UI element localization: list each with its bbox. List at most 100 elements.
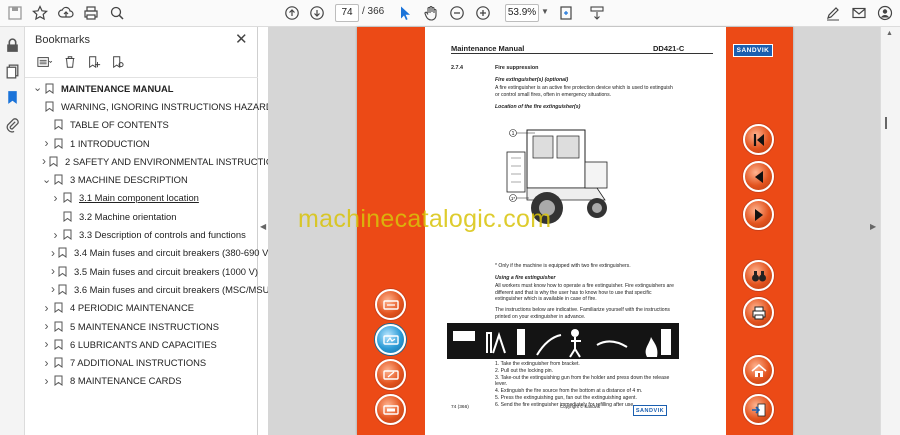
options-menu-icon[interactable] [35, 55, 53, 74]
star-icon[interactable] [31, 4, 49, 22]
bookmark-icon [54, 321, 63, 332]
select-cursor-icon[interactable] [396, 4, 414, 22]
zoom-out-icon[interactable] [448, 4, 466, 22]
chevron-right-icon[interactable]: › [42, 136, 51, 150]
collapse-panel-icon[interactable]: ◀ [260, 222, 266, 231]
chevron-right-icon[interactable]: › [42, 319, 51, 333]
bookmark-label: 3.1 Main component location [79, 192, 199, 204]
page-number-input[interactable]: 74 [335, 4, 359, 22]
hand-tool-icon[interactable] [422, 4, 440, 22]
account-icon[interactable] [876, 4, 894, 22]
watermark-text: machinecatalogic.com [298, 205, 552, 233]
bookmark-icon [54, 138, 63, 149]
fit-page-icon[interactable] [557, 4, 575, 22]
chevron-down-icon[interactable]: ⌄ [42, 174, 51, 185]
bookmark-item[interactable]: ⌄ 3 MACHINE DESCRIPTION [25, 170, 258, 188]
bookmark-item[interactable]: › 1 INTRODUCTION [25, 134, 258, 152]
bookmark-item[interactable]: › 8 MAINTENANCE CARDS [25, 372, 258, 390]
bookmark-item[interactable]: › 3.4 Main fuses and circuit breakers (38… [25, 244, 272, 262]
bookmark-item[interactable]: › 3.5 Main fuses and circuit breakers (10… [25, 262, 258, 280]
edit-page-button[interactable] [375, 359, 406, 390]
first-page-icon [753, 133, 764, 146]
page-down-icon[interactable] [308, 4, 326, 22]
bookmark-item[interactable]: › 3.3 Description of controls and functio… [25, 225, 258, 243]
edit-page-alt-button[interactable] [375, 394, 406, 425]
extinguisher-steps-illustration [447, 323, 679, 359]
close-icon[interactable]: ✕ [235, 30, 248, 48]
new-bookmark-icon[interactable] [87, 55, 101, 74]
bookmark-item[interactable]: › 7 ADDITIONAL INSTRUCTIONS [25, 353, 258, 371]
page-total: / 366 [362, 6, 385, 17]
bookmark-icon [54, 119, 63, 131]
bookmark-icon [45, 83, 54, 94]
print-icon[interactable] [82, 4, 100, 22]
next-page-button[interactable] [743, 199, 774, 230]
chevron-right-icon[interactable]: › [51, 228, 60, 242]
bookmark-panel-icon[interactable] [4, 89, 21, 106]
bookmark-item[interactable]: › 3.1 Main component location [25, 189, 258, 207]
sign-pen-icon[interactable] [824, 4, 842, 22]
bookmark-item[interactable]: › 2 SAFETY AND ENVIRONMENTAL INSTRUCTIONS [25, 152, 286, 170]
page-view-button[interactable] [375, 289, 406, 320]
bookmark-item[interactable]: TABLE OF CONTENTS [25, 116, 258, 134]
step-item: 4. Extinguish the fire source from the b… [495, 388, 643, 395]
bookmark-item[interactable]: ⌄ MAINTENANCE MANUAL [25, 79, 258, 97]
bookmark-item[interactable]: › 4 PERIODIC MAINTENANCE [25, 299, 258, 317]
chevron-right-icon[interactable]: › [42, 154, 46, 168]
paragraph-operate: All workers must know how to operate a f… [495, 283, 674, 303]
chevron-down-icon[interactable]: ⌄ [33, 83, 42, 94]
bookmark-icon [58, 284, 67, 295]
zoom-level-input[interactable]: 53.9% [505, 4, 539, 22]
lock-icon[interactable] [4, 37, 21, 54]
bookmark-label: 1 INTRODUCTION [70, 137, 150, 149]
chevron-right-icon[interactable]: › [42, 301, 51, 315]
pages-thumbnail-icon[interactable] [4, 63, 21, 80]
chevron-right-icon[interactable]: › [42, 374, 51, 388]
chevron-right-icon[interactable]: › [51, 191, 60, 205]
bookmark-item[interactable]: › 3.6 Main fuses and circuit breakers (MS… [25, 280, 273, 298]
chevron-right-icon[interactable]: › [51, 264, 55, 278]
previous-page-button[interactable] [743, 161, 774, 192]
subheading-fire-extinguishers: Fire extinguisher(s) (optional) [495, 77, 569, 83]
bookmark-item[interactable]: 3.2 Machine orientation [25, 207, 258, 225]
bookmark-item[interactable]: › 5 MAINTENANCE INSTRUCTIONS [25, 317, 258, 335]
chevron-right-icon[interactable]: › [51, 282, 55, 296]
delete-bookmark-icon[interactable] [63, 55, 77, 74]
attachment-icon[interactable] [4, 116, 21, 133]
divider [451, 53, 713, 54]
print-page-button[interactable] [743, 297, 774, 328]
scroll-mode-icon[interactable] [588, 4, 606, 22]
bookmark-label: MAINTENANCE MANUAL [61, 82, 174, 94]
home-button[interactable] [743, 355, 774, 386]
bookmark-label: 7 ADDITIONAL INSTRUCTIONS [70, 357, 207, 369]
bookmark-item[interactable]: WARNING, IGNORING INSTRUCTIONS HAZARD! [25, 97, 275, 115]
exit-button[interactable] [743, 394, 774, 425]
vertical-scrollbar[interactable]: ▲ [880, 27, 900, 435]
page-header-title: Maintenance Manual [451, 44, 525, 53]
search-binoculars-button[interactable] [743, 260, 774, 291]
page-up-icon[interactable] [283, 4, 301, 22]
find-bookmark-icon[interactable] [111, 55, 125, 74]
bookmark-icon [58, 247, 67, 259]
scroll-up-icon[interactable]: ▲ [886, 30, 893, 37]
scrollbar-thumb[interactable] [885, 117, 887, 129]
zoom-in-icon[interactable] [474, 4, 492, 22]
email-icon[interactable] [850, 4, 868, 22]
first-page-button[interactable] [743, 124, 774, 155]
cloud-upload-icon[interactable] [57, 4, 75, 22]
chevron-right-icon[interactable]: › [42, 356, 51, 370]
exit-icon [751, 403, 765, 416]
zoom-dropdown-icon[interactable]: ▼ [541, 7, 549, 16]
expand-panel-icon[interactable]: ▶ [870, 222, 876, 231]
chevron-right-icon[interactable]: › [42, 337, 51, 351]
previous-page-icon [754, 170, 763, 183]
zoom-search-icon[interactable] [108, 4, 126, 22]
bookmark-item[interactable]: › 6 LUBRICANTS AND CAPACITIES [25, 335, 258, 353]
bookmark-label: TABLE OF CONTENTS [70, 119, 169, 131]
section-title: Fire suppression [495, 65, 539, 71]
save-icon[interactable] [6, 4, 24, 22]
page-view-active-button[interactable] [375, 324, 406, 355]
chevron-right-icon[interactable]: › [51, 246, 55, 260]
bookmark-icon [63, 229, 72, 240]
bookmark-icon [54, 375, 63, 387]
